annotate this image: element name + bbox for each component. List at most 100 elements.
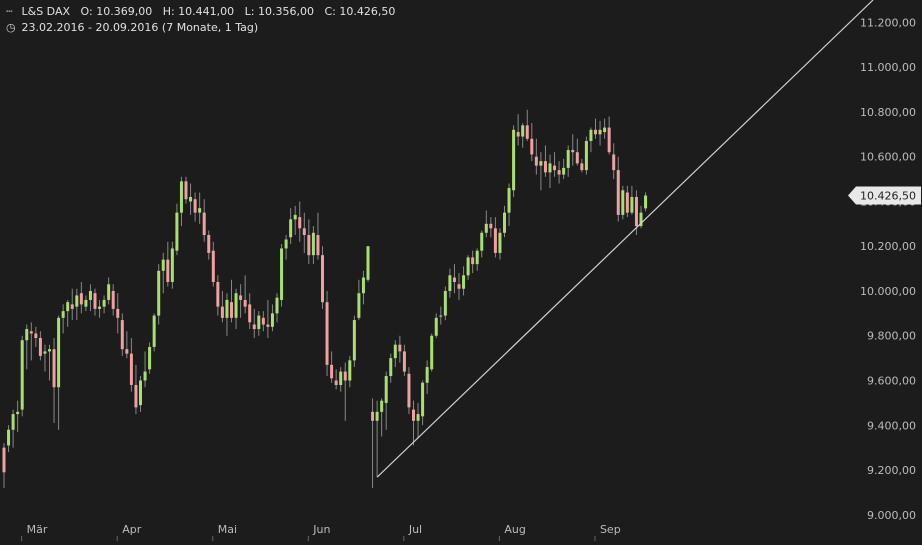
candle-up	[175, 203, 179, 256]
candle-up	[198, 192, 202, 224]
candle-body	[434, 317, 438, 336]
candle-up	[139, 376, 142, 412]
candle-up	[48, 344, 51, 381]
candle-body	[489, 223, 493, 229]
candle-up	[348, 355, 352, 388]
candle-body	[589, 129, 593, 142]
candle-down	[371, 398, 375, 488]
candle-body	[361, 277, 365, 294]
candle-down	[457, 273, 461, 300]
candle-down	[407, 367, 411, 415]
candle-up	[107, 277, 111, 305]
candle-down	[252, 308, 256, 338]
candle-body	[88, 290, 92, 300]
candle-up	[621, 185, 625, 220]
candle-up	[357, 279, 361, 321]
candle-body	[225, 299, 229, 318]
candle-body	[125, 349, 129, 354]
candle-body	[548, 163, 552, 173]
candle-body	[621, 190, 625, 215]
candle-body	[475, 250, 479, 265]
candle-up	[311, 226, 315, 265]
candle-up	[539, 152, 543, 191]
candle-body	[34, 333, 38, 338]
candle-up	[361, 270, 365, 305]
candle-body	[625, 192, 629, 213]
candle-body	[275, 297, 279, 314]
high-label: H:	[162, 5, 175, 18]
candle-body	[129, 353, 133, 385]
time-tick-label: Sep	[600, 523, 621, 536]
candle-up	[375, 400, 379, 477]
candle-body	[612, 154, 616, 171]
candle-body	[179, 181, 183, 213]
candle-up	[384, 371, 388, 430]
price-tick-label: 9.600,00	[867, 375, 916, 388]
candle-up	[434, 313, 438, 338]
candle-down	[166, 241, 170, 287]
candle-up	[7, 425, 11, 453]
candle-body	[289, 219, 293, 238]
candle-down	[116, 293, 120, 334]
candle-body	[170, 248, 174, 283]
candle-body	[534, 156, 538, 166]
candle-up	[512, 125, 516, 197]
candle-down	[239, 284, 243, 318]
candle-down	[202, 199, 206, 242]
candle-down	[471, 250, 475, 274]
candle-body	[270, 313, 274, 327]
candle-body	[375, 411, 379, 421]
candle-body	[321, 255, 324, 303]
candle-body	[498, 232, 502, 253]
price-tick-label: 10.200,00	[860, 240, 916, 253]
candle-up	[498, 228, 502, 260]
candle-down	[79, 282, 83, 314]
candle-up	[389, 353, 393, 383]
candle-up	[289, 208, 293, 244]
candle-body	[248, 304, 252, 323]
candle-up	[366, 246, 370, 283]
open-label: O:	[80, 5, 93, 18]
candle-body	[43, 351, 47, 354]
candle-body	[102, 299, 106, 307]
candle-up	[75, 288, 79, 321]
candle-body	[516, 132, 520, 137]
candle-body	[543, 161, 547, 173]
candle-down	[607, 116, 611, 155]
candle-up	[562, 158, 566, 180]
candle-up	[275, 293, 279, 323]
candle-up	[102, 295, 106, 314]
candle-down	[412, 400, 415, 446]
candle-up	[644, 192, 648, 212]
candle-down	[243, 275, 247, 314]
candle-up	[480, 230, 484, 258]
candle-up	[157, 264, 161, 325]
candle-body	[384, 376, 388, 403]
candle-down	[575, 138, 579, 166]
candle-body	[16, 411, 20, 415]
candle-up	[143, 351, 147, 388]
candle-down	[334, 369, 338, 390]
chart: 9.000,00 9.200,00 9.400,00 9.600,00 9.800,00…	[0, 0, 922, 541]
candle-body	[339, 371, 343, 385]
candle-body	[107, 284, 111, 300]
candle-body	[416, 414, 420, 421]
candle-down	[580, 158, 584, 173]
candle-up	[20, 335, 24, 417]
candle-up	[161, 252, 165, 294]
candle-up	[421, 380, 425, 426]
candle-body	[207, 235, 211, 253]
candle-body	[644, 195, 648, 209]
candle-up	[11, 409, 15, 448]
candle-up	[630, 185, 634, 215]
candle-body	[580, 163, 584, 171]
candle-body	[521, 125, 525, 137]
price-axis: 9.000,00 9.200,00 9.400,00 9.600,00 9.800,00…	[860, 16, 916, 521]
candle-body	[389, 358, 393, 377]
candle-body	[443, 290, 447, 316]
candle-body	[148, 346, 152, 370]
date-range: 23.02.2016 - 20.09.2016 (7 Monate, 1 Tag…	[21, 21, 259, 34]
candle-body	[2, 447, 6, 473]
candle-up	[98, 299, 102, 318]
time-tick-label: Aug	[504, 523, 525, 536]
